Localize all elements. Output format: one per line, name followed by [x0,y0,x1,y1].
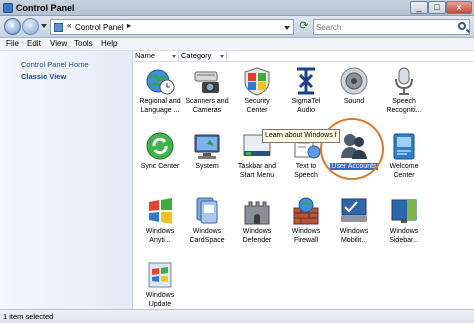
security-shield-icon [244,67,270,96]
globe-clock-icon [146,69,175,95]
breadcrumb-overflow[interactable]: « [67,21,71,30]
close-button[interactable]: x [446,1,472,14]
mobility-icon [341,198,367,222]
windows-update-icon [148,262,172,288]
search-input[interactable] [316,21,451,33]
tooltip: Learn about Windows f [262,129,340,143]
status-bar: 1 item selected [0,309,474,323]
cardspace-icon [196,197,218,224]
column-header-bar: Name Category [133,51,474,62]
control-panel-item-system[interactable]: System [183,129,231,191]
item-label: Speech Recogniti... [386,98,422,114]
defender-castle-icon [244,201,270,225]
item-label: Welcome Center [389,163,419,179]
windows-anytime-icon [149,198,172,224]
forward-button[interactable]: › [22,18,39,35]
item-label: Windows Sidebar... [389,228,419,244]
item-label: User Accounts [330,163,378,170]
control-panel-item-scanners-and-cameras[interactable]: Scanners and Cameras [183,64,231,126]
column-header-category-label: Category [181,51,212,60]
item-label: SigmaTel Audio [291,98,321,114]
control-panel-item-windows-mobilit[interactable]: Windows Mobilit... [330,194,378,256]
control-panel-item-sound[interactable]: Sound [330,64,378,126]
control-panel-item-sync-center[interactable]: Sync Center [136,129,184,191]
control-panel-icon [54,23,63,32]
control-panel-item-windows-sidebar[interactable]: Windows Sidebar... [380,194,428,256]
status-text: 1 item selected [3,312,54,321]
system-computer-icon [194,134,220,159]
column-header-name-label: Name [135,51,156,60]
title-bar: Control Panel _ □ x [0,0,474,16]
control-panel-item-windows-cardspace[interactable]: Windows CardSpace [183,194,231,256]
welcome-center-icon [393,133,415,160]
item-label: Sound [343,98,365,105]
navigation-bar: ‹ › « Control Panel ▸ ⟳ [0,16,474,38]
menu-view[interactable]: View [50,39,67,48]
control-panel-item-regional-and-language[interactable]: Regional and Language ... [136,64,184,126]
control-panel-item-sigmatel-audio[interactable]: SigmaTel Audio [282,64,330,126]
task-pane: Control Panel Home Classic View [0,51,133,309]
item-label: Windows Firewall [291,228,321,244]
sidebar-gadget-icon [391,199,417,223]
firewall-icon [293,197,319,225]
breadcrumb-arrow-icon[interactable]: ▸ [127,21,131,30]
address-bar[interactable]: « Control Panel ▸ [50,19,294,35]
control-panel-item-speech-recogniti[interactable]: Speech Recogniti... [380,64,428,126]
item-label: System [195,163,219,170]
control-panel-item-windows-anyti[interactable]: Windows Anyti... [136,194,184,256]
items-view: Regional and Language ... Scanners and Ca… [134,62,474,309]
scanner-camera-icon [194,71,219,93]
classic-view-link[interactable]: Classic View [21,72,66,81]
menu-help[interactable]: Help [101,39,117,48]
item-label: Windows Defender [242,228,272,244]
sigmatel-audio-icon [297,67,315,95]
search-icon[interactable] [458,22,466,30]
maximize-button[interactable]: □ [428,1,446,14]
item-label: Scanners and Cameras [185,98,229,114]
recent-pages-dropdown-icon[interactable] [41,24,47,28]
control-panel-home-link[interactable]: Control Panel Home [21,60,89,69]
sort-arrow-icon[interactable] [172,55,176,58]
item-label: Windows Update [145,292,175,308]
menu-tools[interactable]: Tools [74,39,93,48]
column-header-category[interactable]: Category [179,51,227,61]
column-header-name[interactable]: Name [133,51,179,61]
item-label: Windows Anyti... [145,228,175,244]
address-dropdown-icon[interactable] [284,26,290,30]
control-panel-icon [3,3,13,13]
window-title: Control Panel [16,3,75,13]
menu-bar: File Edit View Tools Help [0,38,474,51]
control-panel-item-security-center[interactable]: Security Center [233,64,281,126]
item-label: Windows Mobilit... [339,228,369,244]
item-label: Security Center [244,98,270,114]
menu-edit[interactable]: Edit [27,39,41,48]
sort-arrow-icon[interactable] [220,55,224,58]
item-label: Windows CardSpace [189,228,225,244]
item-label: Sync Center [140,163,180,170]
microphone-icon [395,67,413,95]
control-panel-item-welcome-center[interactable]: Welcome Center [380,129,428,191]
speaker-icon [340,67,368,95]
item-label: Taskbar and Start Menu [237,163,277,179]
breadcrumb-control-panel[interactable]: Control Panel [75,23,123,32]
item-label: Text to Speech [294,163,318,179]
item-label: Regional and Language ... [139,98,181,114]
back-button[interactable]: ‹ [4,18,21,35]
control-panel-item-windows-defender[interactable]: Windows Defender [233,194,281,256]
search-box[interactable] [313,19,470,35]
control-panel-item-windows-update[interactable]: Windows Update [136,258,184,309]
menu-file[interactable]: File [6,39,19,48]
refresh-icon[interactable]: ⟳ [297,19,311,35]
control-panel-item-windows-firewall[interactable]: Windows Firewall [282,194,330,256]
sync-icon [146,132,174,160]
users-icon [341,134,367,159]
minimize-button[interactable]: _ [410,1,428,14]
